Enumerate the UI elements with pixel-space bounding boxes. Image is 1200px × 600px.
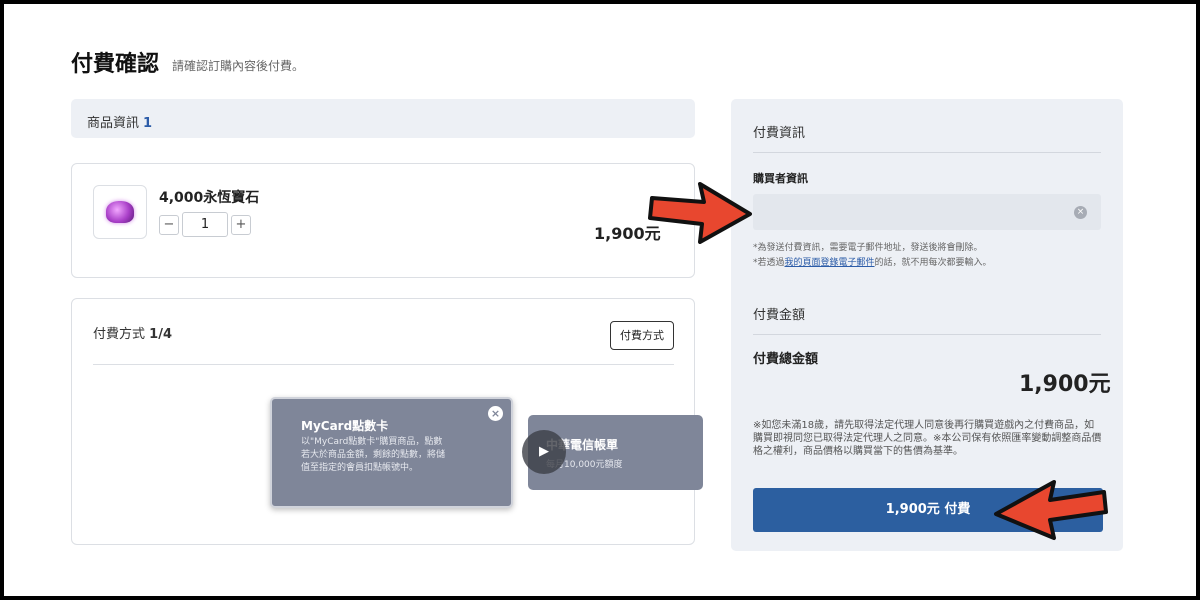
panel-divider (753, 152, 1101, 153)
quantity-input[interactable]: 1 (182, 212, 228, 237)
total-amount-value: 1,900元 (1019, 372, 1111, 397)
product-info-header (71, 99, 695, 138)
page-frame: 付費確認 請確認訂購內容後付費。 商品資訊 1 4,000永恆寶石 − 1 + 1… (4, 4, 1196, 596)
clear-icon[interactable]: × (1074, 206, 1087, 219)
payment-method-button[interactable]: 付費方式 (610, 321, 674, 350)
quantity-increase-button[interactable]: + (231, 215, 251, 235)
product-thumbnail (93, 185, 147, 239)
legal-notice: ※如您未滿18歲，請先取得法定代理人同意後再行購買遊戲內之付費商品，如購買即視同… (753, 420, 1102, 457)
total-amount-label: 付費總金額 (753, 352, 819, 367)
product-info-title: 商品資訊 (87, 116, 140, 131)
product-name: 4,000永恆寶石 (159, 190, 260, 206)
annotation-arrow-icon (648, 182, 752, 244)
close-icon[interactable]: × (488, 406, 503, 421)
mycard-title: MyCard點數卡 (301, 419, 389, 433)
carousel-next-icon[interactable]: ▶ (522, 430, 566, 474)
payment-info-title: 付費資訊 (753, 126, 806, 141)
note-prefix: *若透過 (753, 258, 785, 268)
product-info-label: 商品資訊 1 (87, 112, 152, 131)
payment-method-count: 1/4 (149, 327, 172, 342)
buyer-info-label: 購買者資訊 (753, 172, 808, 185)
page-title: 付費確認 (71, 52, 160, 77)
panel-divider (753, 334, 1101, 335)
email-note-mypage: *若透過我的頁面登錄電子郵件的話，就不用每次都要輸入。 (753, 255, 992, 268)
gem-icon (106, 201, 134, 223)
page-subtitle: 請確認訂購內容後付費。 (172, 59, 305, 73)
payment-method-label: 付費方式 1/4 (93, 323, 172, 342)
annotation-arrow-icon (994, 480, 1108, 540)
mycard-desc: 以"MyCard點數卡"購買商品，點數若大於商品金額，剩餘的點數，將儲值至指定的… (301, 437, 446, 473)
payment-method-title: 付費方式 (93, 327, 146, 342)
note-suffix: 的話，就不用每次都要輸入。 (874, 258, 992, 268)
email-note: *為發送付費資訊，需要電子郵件地址，發送後將會刪除。 (753, 243, 983, 253)
amount-title: 付費金額 (753, 308, 806, 323)
quantity-decrease-button[interactable]: − (159, 215, 179, 235)
email-input[interactable] (753, 194, 1101, 230)
mypage-email-link[interactable]: 我的頁面登錄電子郵件 (785, 258, 875, 268)
product-count: 1 (143, 116, 153, 131)
payment-divider (93, 364, 674, 365)
